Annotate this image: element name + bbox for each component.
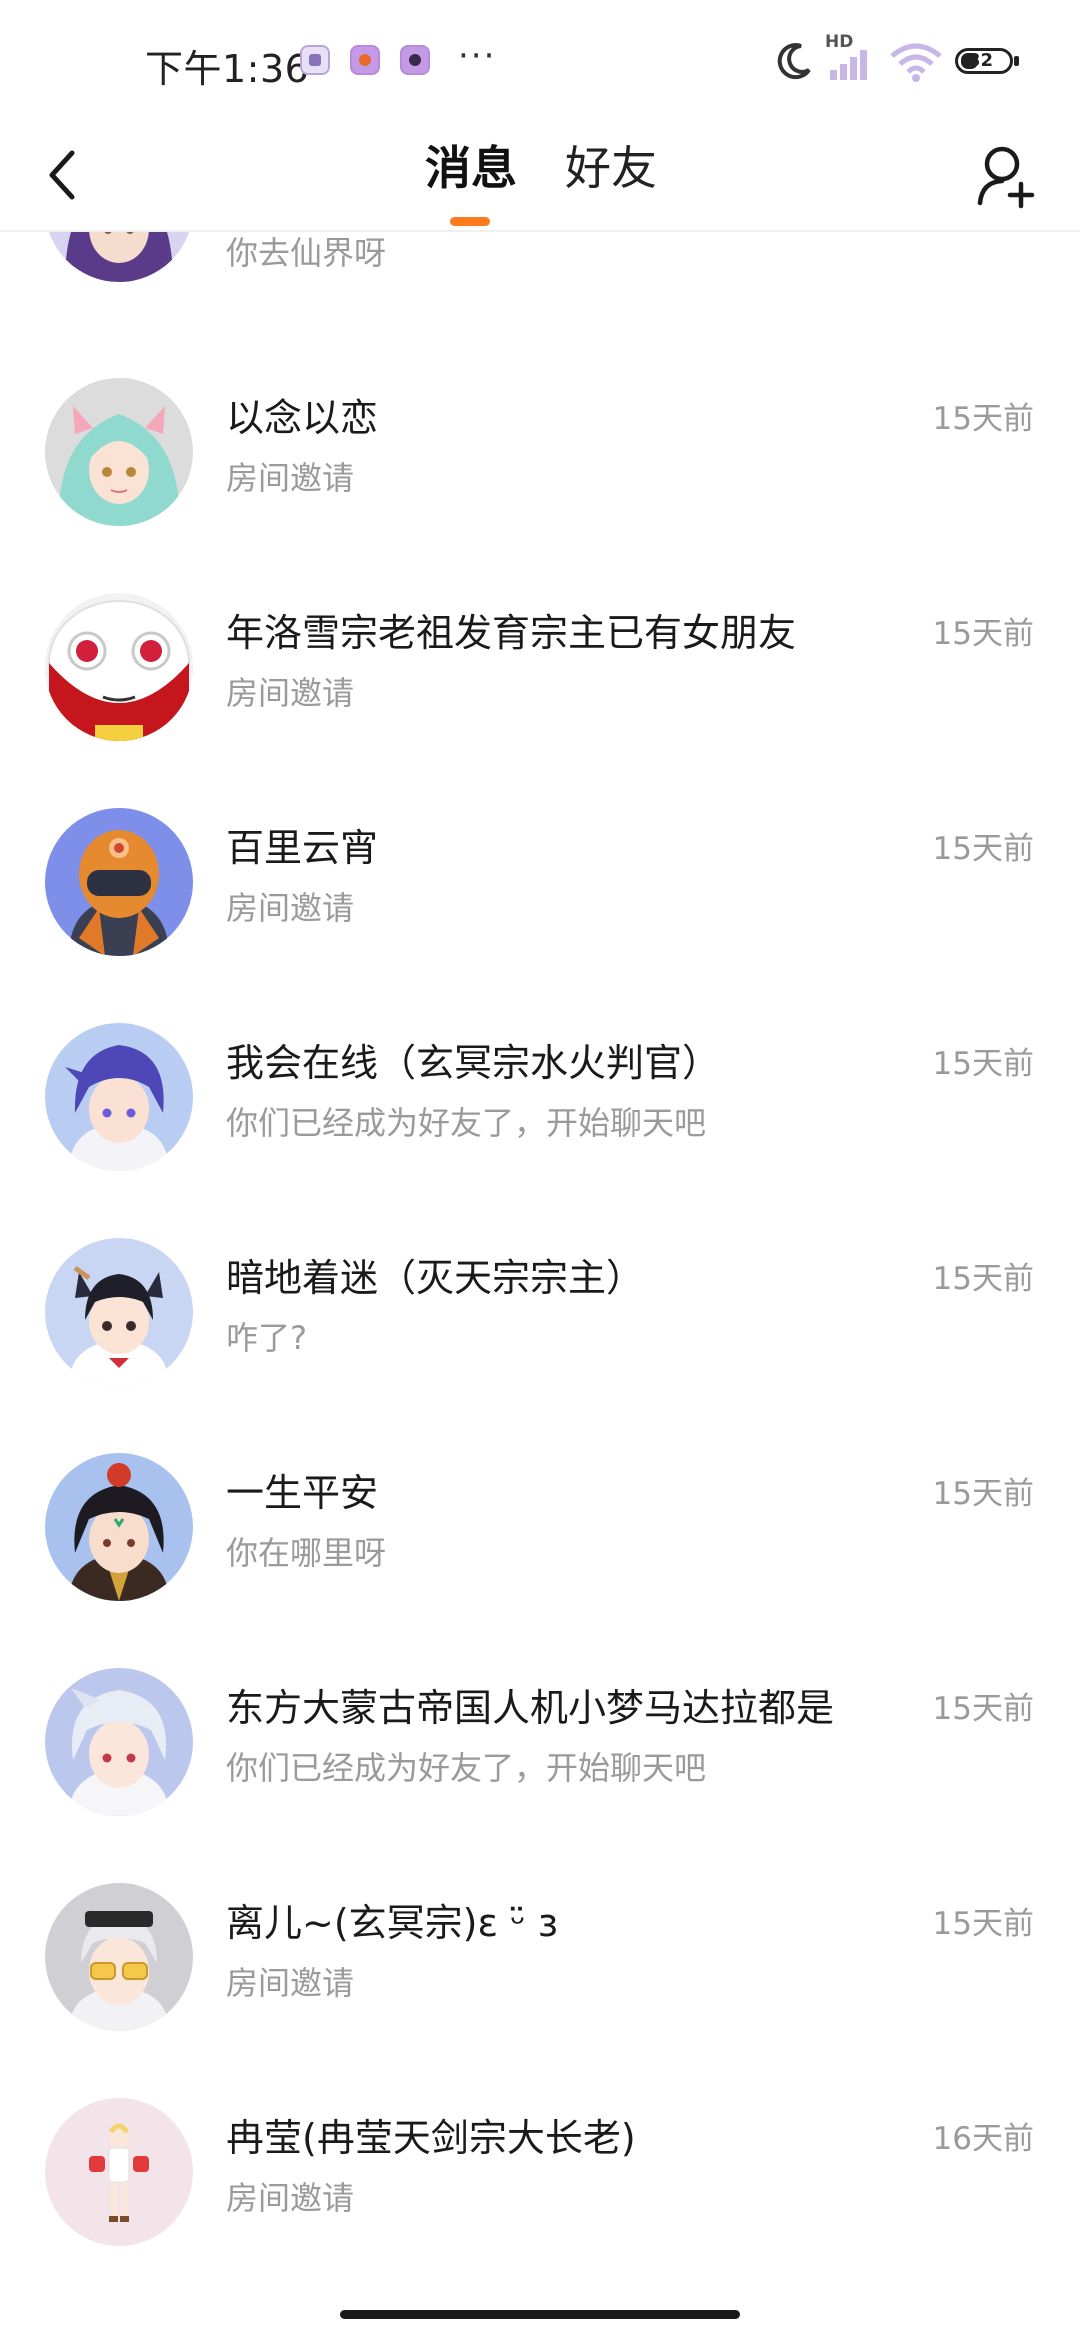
conversation-item[interactable]: 我会在线（玄冥宗水火判官） 你们已经成为好友了，开始聊天吧 15天前 — [0, 990, 1080, 1205]
tab-messages[interactable]: 消息 — [425, 133, 517, 203]
screen: 下午1:36 ··· HD 32 消息 好友 你去仙界呀 以念以恋 房间邀请 1… — [0, 0, 1080, 2340]
moon-icon — [777, 43, 811, 80]
conversation-item[interactable]: 以念以恋 房间邀请 15天前 — [0, 345, 1080, 560]
conversation-item[interactable]: 年洛雪宗老祖发育宗主已有女朋友 房间邀请 15天前 — [0, 560, 1080, 775]
avatar — [45, 808, 193, 956]
avatar — [45, 232, 193, 282]
conversation-item[interactable]: 一生平安 你在哪里呀 15天前 — [0, 1420, 1080, 1635]
avatar — [45, 1453, 193, 1601]
avatar — [45, 1883, 193, 2031]
conversation-time: 16天前 — [932, 2121, 1034, 2157]
conversation-preview: 房间邀请 — [226, 2179, 355, 2217]
active-tab-indicator — [450, 217, 490, 226]
avatar — [45, 1668, 193, 1816]
signal-icon — [830, 50, 867, 80]
status-time: 下午1:36 — [145, 47, 310, 91]
conversation-list[interactable]: 你去仙界呀 以念以恋 房间邀请 15天前 年洛雪宗老祖发育宗主已有女朋友 房间邀… — [0, 232, 1080, 2262]
conversation-name: 暗地着迷（灭天宗宗主） — [226, 1256, 645, 1300]
add-user-icon — [977, 146, 1035, 209]
conversation-item[interactable]: 百里云宵 房间邀请 15天前 — [0, 775, 1080, 990]
conversation-preview: 房间邀请 — [226, 459, 355, 497]
avatar — [45, 2098, 193, 2246]
back-button[interactable] — [30, 135, 100, 215]
conversation-preview: 咋了? — [226, 1319, 307, 1357]
conversation-name: 一生平安 — [226, 1471, 379, 1515]
conversation-preview: 你们已经成为好友了，开始聊天吧 — [226, 1749, 707, 1787]
avatar — [45, 1238, 193, 1386]
app-notification-icon — [350, 45, 380, 75]
wifi-icon — [890, 43, 942, 82]
home-indicator[interactable] — [340, 2310, 740, 2319]
conversation-name: 我会在线（玄冥宗水火判官） — [226, 1041, 721, 1085]
conversation-item[interactable]: 离儿~(玄冥宗)ε ᵕ̈ з 房间邀请 15天前 — [0, 1850, 1080, 2065]
conversation-item[interactable]: 冉莹(冉莹天剑宗大长老) 房间邀请 16天前 — [0, 2065, 1080, 2262]
conversation-name: 东方大蒙古帝国人机小梦马达拉都是 — [226, 1686, 835, 1730]
conversation-preview: 你去仙界呀 — [226, 234, 387, 272]
conversation-name: 离儿~(玄冥宗)ε ᵕ̈ з — [226, 1901, 559, 1945]
conversation-time: 15天前 — [932, 1906, 1034, 1942]
conversation-item[interactable]: 你去仙界呀 — [0, 232, 1080, 312]
avatar — [45, 593, 193, 741]
more-notifications-icon: ··· — [458, 36, 497, 76]
conversation-time: 15天前 — [932, 616, 1034, 652]
conversation-time: 15天前 — [932, 1046, 1034, 1082]
conversation-time: 15天前 — [932, 1476, 1034, 1512]
wechat-notification-icon — [300, 45, 330, 75]
add-friend-button[interactable] — [972, 137, 1042, 217]
conversation-name: 以念以恋 — [226, 396, 379, 440]
status-bar: 下午1:36 ··· HD 32 — [0, 0, 1080, 125]
tab-friends[interactable]: 好友 — [565, 133, 657, 203]
chevron-left-icon — [49, 150, 75, 200]
conversation-name: 百里云宵 — [226, 826, 379, 870]
tiktok-notification-icon — [400, 45, 430, 75]
conversation-preview: 你在哪里呀 — [226, 1534, 387, 1572]
conversation-preview: 房间邀请 — [226, 674, 355, 712]
battery-level: 32 — [968, 50, 994, 71]
conversation-time: 15天前 — [932, 831, 1034, 867]
conversation-time: 15天前 — [932, 1691, 1034, 1727]
conversation-preview: 房间邀请 — [226, 889, 355, 927]
conversation-name: 冉莹(冉莹天剑宗大长老) — [226, 2116, 636, 2160]
conversation-preview: 你们已经成为好友了，开始聊天吧 — [226, 1104, 707, 1142]
status-icons: HD 32 — [750, 0, 1080, 125]
conversation-time: 15天前 — [932, 401, 1034, 437]
avatar — [45, 1023, 193, 1171]
conversation-name: 年洛雪宗老祖发育宗主已有女朋友 — [226, 611, 797, 655]
conversation-item[interactable]: 暗地着迷（灭天宗宗主） 咋了? 15天前 — [0, 1205, 1080, 1420]
avatar — [45, 378, 193, 526]
nav-bar: 消息 好友 — [0, 125, 1080, 232]
battery-icon: 32 — [955, 48, 1013, 74]
conversation-time: 15天前 — [932, 1261, 1034, 1297]
conversation-item[interactable]: 东方大蒙古帝国人机小梦马达拉都是 你们已经成为好友了，开始聊天吧 15天前 — [0, 1635, 1080, 1850]
conversation-preview: 房间邀请 — [226, 1964, 355, 2002]
